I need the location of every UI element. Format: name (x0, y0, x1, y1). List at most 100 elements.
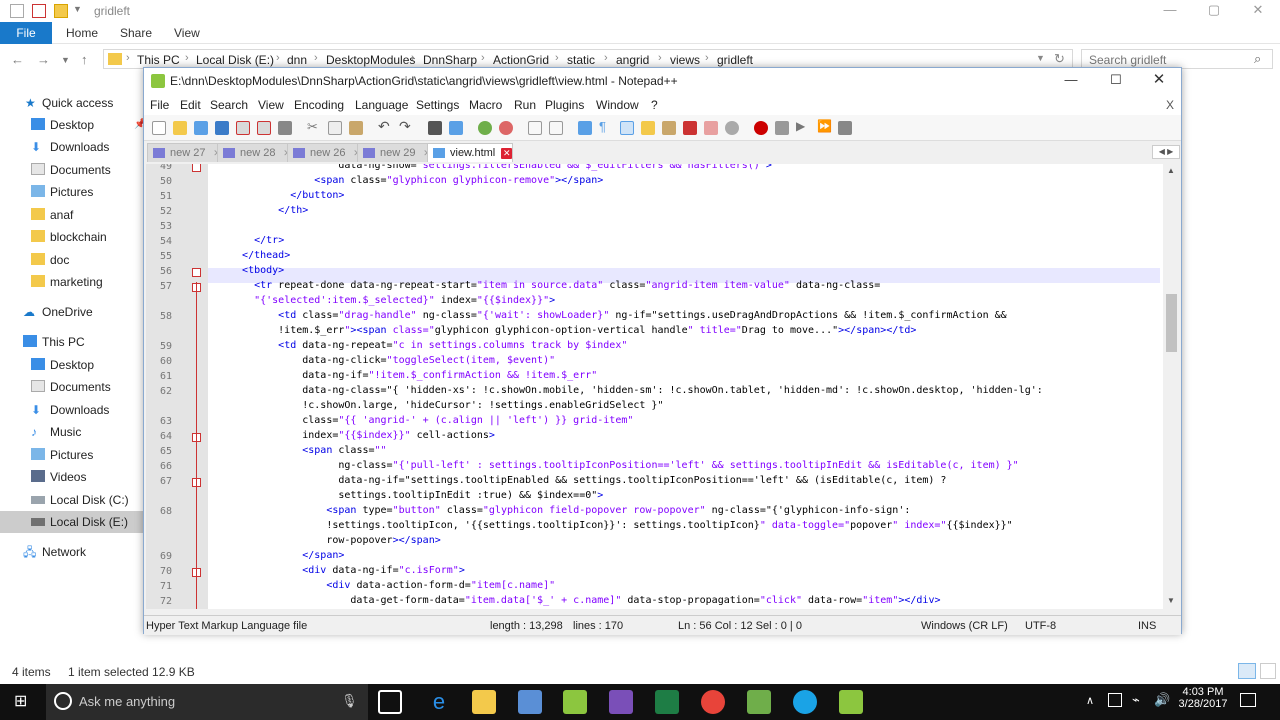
microphone-icon[interactable]: 🎙 (341, 693, 358, 709)
scroll-thumb[interactable] (1166, 294, 1177, 352)
code-line[interactable]: <tr repeat-done data-ng-repeat-start="it… (230, 280, 880, 291)
excel-icon[interactable] (655, 690, 679, 714)
breadcrumb-dnnsharp[interactable]: DnnSharp (423, 53, 477, 67)
minimize-icon[interactable]: — (1049, 70, 1093, 92)
skype-icon[interactable] (793, 690, 817, 714)
code-line[interactable]: <div data-ng-if="c.isForm"> (230, 565, 465, 576)
code-line[interactable]: ng-class="{'pull-left' : settings.toolti… (230, 460, 1018, 471)
user-language-icon[interactable] (641, 121, 655, 135)
breadcrumb-local-disk-e[interactable]: Local Disk (E:) (196, 53, 274, 67)
code-line[interactable]: data-ng-if="settings.tooltipEnabled && s… (230, 475, 946, 486)
code-line[interactable]: data-ng-class="{ 'hidden-xs': !c.showOn.… (230, 385, 1043, 396)
monitoring-icon[interactable] (725, 121, 739, 135)
redo-icon[interactable]: ↷ (399, 118, 413, 134)
code-line[interactable]: !c.showOn.large, 'hideCursor': !settings… (230, 400, 663, 411)
breadcrumb-views[interactable]: views (670, 53, 700, 67)
code-line[interactable]: !settings.tooltipIcon, '{{settings.toolt… (230, 520, 1012, 531)
large-icons-view-icon[interactable] (1260, 663, 1276, 679)
cortana-search[interactable]: Ask me anything 🎙 (46, 684, 368, 720)
breadcrumb-actiongrid[interactable]: ActionGrid (493, 53, 549, 67)
forward-icon[interactable]: → (37, 52, 50, 67)
search-box[interactable]: Search gridleft ⌕ (1081, 49, 1273, 69)
sync-horizontal-icon[interactable] (549, 121, 563, 135)
code-line[interactable]: </th> (230, 205, 308, 216)
address-bar[interactable]: › This PC › Local Disk (E:) › dnn › Desk… (103, 49, 1073, 69)
code-line[interactable]: index="{{$index}}" cell-actions> (230, 430, 495, 441)
menu-edit[interactable]: Edit (180, 98, 201, 112)
code-line[interactable]: <td data-ng-repeat="c in settings.column… (230, 340, 627, 351)
address-dropdown-icon[interactable]: ▼ (1036, 53, 1045, 63)
close-tab-icon[interactable]: ✕ (501, 148, 513, 159)
task-view-icon[interactable] (378, 690, 402, 714)
function-list-icon[interactable] (683, 121, 697, 135)
menu-view[interactable]: View (258, 98, 284, 112)
breadcrumb-desktopmodules[interactable]: DesktopModules (326, 53, 415, 67)
record-macro-icon[interactable] (754, 121, 768, 135)
file-explorer-icon[interactable] (472, 690, 496, 714)
notepadpp-taskbar-icon[interactable] (563, 690, 587, 714)
save-macro-icon[interactable] (838, 121, 852, 135)
code-line[interactable]: <span class="glyphicon glyphicon-remove"… (230, 175, 603, 186)
fold-marker-icon[interactable] (192, 268, 201, 277)
menu-help[interactable]: ? (651, 98, 658, 112)
code-line[interactable]: data-ng-click="toggleSelect(item, $event… (230, 355, 555, 366)
tab-new-26[interactable]: new 26✕ (287, 143, 364, 162)
doc-map-icon[interactable] (662, 121, 676, 135)
refresh-icon[interactable]: ↻ (1054, 51, 1065, 67)
new-file-icon[interactable] (152, 121, 166, 135)
cut-icon[interactable]: ✂ (307, 119, 321, 134)
code-line[interactable]: <span class="" (230, 445, 386, 456)
visual-studio-icon[interactable] (609, 690, 633, 714)
code-line[interactable]: data-get-form-data="item.data['$_' + c.n… (230, 595, 940, 606)
maximize-icon[interactable]: ▢ (1192, 0, 1236, 22)
code-line[interactable]: <div data-action-form-d="item[c.name]" (230, 580, 555, 591)
stop-macro-icon[interactable] (775, 121, 789, 135)
play-macro-icon[interactable]: ▶ (796, 119, 810, 133)
breadcrumb-angrid[interactable]: angrid (616, 53, 649, 67)
open-file-icon[interactable] (173, 121, 187, 135)
menu-settings[interactable]: Settings (416, 98, 459, 112)
code-line[interactable]: </button> (230, 190, 344, 201)
tab-scroll-arrows-icon[interactable]: ◀ ▶ (1152, 145, 1180, 159)
sync-vertical-icon[interactable] (528, 121, 542, 135)
ribbon-tab-view[interactable]: View (174, 26, 200, 40)
close-file-icon[interactable] (236, 121, 250, 135)
battery-icon[interactable] (1108, 693, 1122, 707)
save-icon[interactable] (194, 121, 208, 135)
camtasia-icon[interactable] (747, 690, 771, 714)
code-line[interactable]: settings.tooltipInEdit :true) && $index=… (230, 490, 603, 501)
properties-icon[interactable] (32, 4, 46, 18)
vertical-scrollbar[interactable]: ▲ ▼ (1163, 164, 1180, 609)
minimize-icon[interactable]: — (1148, 0, 1192, 22)
tab-new-28[interactable]: new 28✕ (217, 143, 294, 162)
find-icon[interactable] (428, 121, 442, 135)
recent-locations-icon[interactable]: ▼ (61, 55, 70, 65)
show-hidden-icons-icon[interactable]: ∧ (1086, 694, 1094, 707)
paste-icon[interactable] (349, 121, 363, 135)
code-line[interactable]: data-ng-show="settings.filtersEnabled &&… (230, 164, 772, 171)
save-all-icon[interactable] (215, 121, 229, 135)
tab-new-27[interactable]: new 27✕ (147, 143, 224, 162)
volume-icon[interactable]: 🔊 (1154, 692, 1170, 708)
code-line[interactable]: </span> (230, 550, 344, 561)
menu-language[interactable]: Language (355, 98, 408, 112)
code-line[interactable]: row-popover></span> (230, 535, 440, 546)
menu-file[interactable]: File (150, 98, 169, 112)
ribbon-file-tab[interactable]: File (0, 22, 52, 44)
menu-search[interactable]: Search (210, 98, 248, 112)
scroll-down-icon[interactable]: ▼ (1167, 596, 1175, 605)
new-folder-icon[interactable] (54, 4, 68, 18)
print-icon[interactable] (278, 121, 292, 135)
close-icon[interactable]: ✕ (1137, 70, 1181, 92)
menu-plugins[interactable]: Plugins (545, 98, 584, 112)
breadcrumb-dnn[interactable]: dnn (287, 53, 307, 67)
ribbon-tab-share[interactable]: Share (120, 26, 152, 40)
indent-guide-icon[interactable] (620, 121, 634, 135)
code-line[interactable]: </tr> (230, 235, 284, 246)
up-icon[interactable]: ↑ (81, 52, 88, 67)
fold-marker-icon[interactable] (192, 164, 201, 172)
menu-encoding[interactable]: Encoding (294, 98, 344, 112)
code-line[interactable]: data-ng-if="!item.$_confirmAction && !it… (230, 370, 597, 381)
code-line[interactable]: !item.$_err"><span class="glyphicon glyp… (230, 325, 916, 336)
start-icon[interactable]: ⊞ (14, 693, 32, 711)
